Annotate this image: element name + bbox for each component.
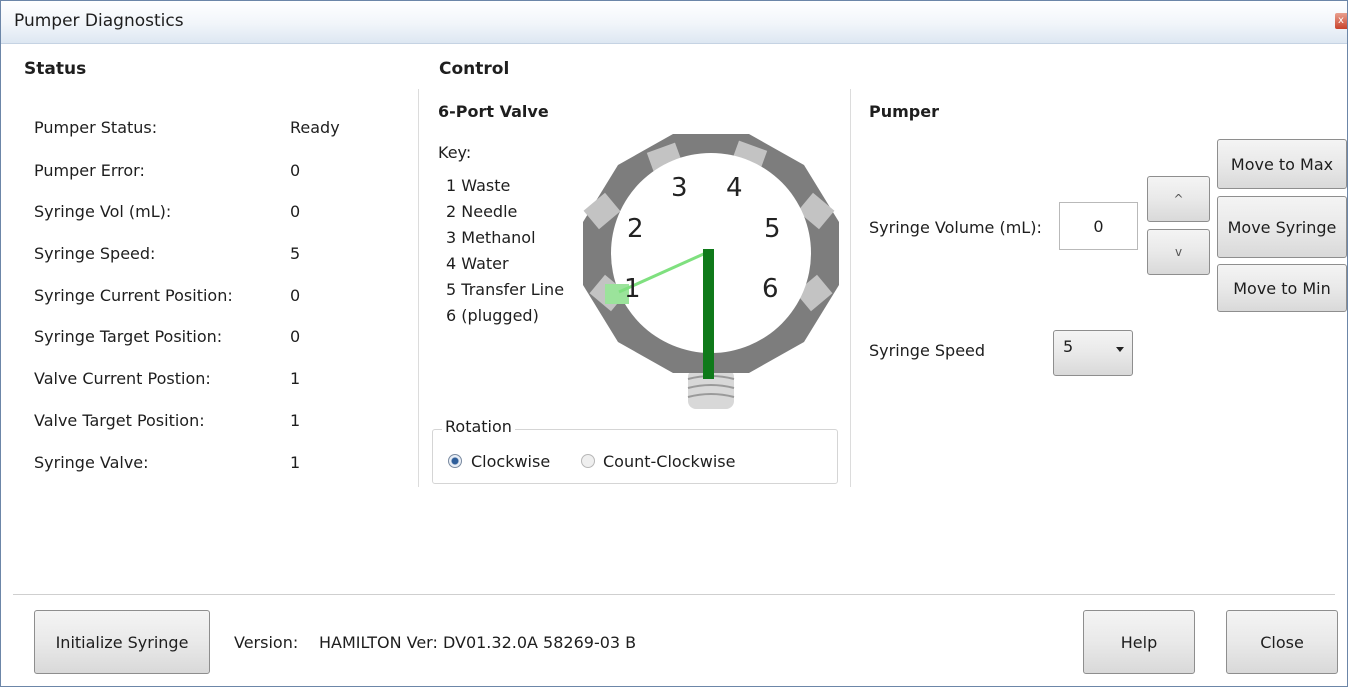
pumper-error-value: 0 (290, 161, 301, 180)
version-label: Version: (234, 633, 299, 652)
key-item-water: 4 Water (446, 254, 509, 273)
valve-target-position-value: 1 (290, 411, 301, 430)
clockwise-radio[interactable] (448, 454, 462, 468)
rotation-heading: Rotation (442, 417, 515, 436)
syringe-speed-dropdown[interactable]: 5 (1053, 330, 1133, 376)
title-bar: Pumper Diagnostics x (1, 1, 1347, 44)
status-heading: Status (24, 59, 87, 79)
help-button[interactable]: Help (1083, 610, 1195, 674)
key-item-plugged: 6 (plugged) (446, 306, 539, 325)
syringe-volume-input[interactable]: 0 (1059, 202, 1138, 250)
key-item-transfer-line: 5 Transfer Line (446, 280, 565, 299)
valve-pumper-divider (850, 89, 851, 487)
syringe-volume-label: Syringe Volume (mL): (869, 218, 1042, 237)
syringe-current-position-label: Syringe Current Position: (34, 286, 233, 305)
valve-current-position-label: Valve Current Postion: (34, 369, 211, 388)
window-title: Pumper Diagnostics (14, 11, 184, 31)
valve-target-position-label: Valve Target Position: (34, 411, 205, 430)
syringe-speed-status-value: 5 (290, 244, 301, 263)
key-item-waste: 1 Waste (446, 176, 511, 195)
syringe-valve-value: 1 (290, 453, 301, 472)
syringe-target-position-value: 0 (290, 327, 301, 346)
port-number-4: 4 (726, 173, 743, 203)
key-item-methanol: 3 Methanol (446, 228, 536, 247)
initialize-syringe-button[interactable]: Initialize Syringe (34, 610, 210, 674)
six-port-valve-heading: 6-Port Valve (438, 102, 549, 121)
six-port-valve-diagram[interactable]: 1 2 3 4 5 6 (574, 129, 846, 414)
valve-key-heading: Key: (438, 143, 472, 162)
pumper-status-label: Pumper Status: (34, 118, 158, 137)
port-number-2: 2 (627, 214, 644, 244)
count-clockwise-radio[interactable] (581, 454, 595, 468)
close-window-icon[interactable]: x (1335, 13, 1347, 29)
valve-current-position-value: 1 (290, 369, 301, 388)
footer-divider (13, 594, 1335, 595)
pumper-diagnostics-window: Pumper Diagnostics x Status Pumper Statu… (0, 0, 1348, 687)
port-number-5: 5 (764, 214, 781, 244)
syringe-target-position-label: Syringe Target Position: (34, 327, 223, 346)
key-item-needle: 2 Needle (446, 202, 518, 221)
syringe-speed-dropdown-value: 5 (1063, 337, 1074, 356)
count-clockwise-label[interactable]: Count-Clockwise (603, 452, 735, 471)
syringe-speed-status-label: Syringe Speed: (34, 244, 156, 263)
status-control-divider (418, 89, 419, 487)
valve-needle-line (703, 249, 714, 379)
syringe-speed-label: Syringe Speed (869, 341, 986, 360)
pumper-status-value: Ready (290, 118, 340, 137)
syringe-valve-label: Syringe Valve: (34, 453, 149, 472)
move-to-max-button[interactable]: Move to Max (1217, 139, 1347, 189)
syringe-current-position-value: 0 (290, 286, 301, 305)
close-button[interactable]: Close (1226, 610, 1338, 674)
move-to-min-button[interactable]: Move to Min (1217, 264, 1347, 312)
volume-down-button[interactable]: v (1147, 229, 1210, 275)
volume-up-button[interactable]: ^ (1147, 176, 1210, 222)
clockwise-label[interactable]: Clockwise (471, 452, 550, 471)
port-number-6: 6 (762, 274, 779, 304)
control-heading: Control (439, 59, 510, 79)
pumper-error-label: Pumper Error: (34, 161, 145, 180)
port-number-3: 3 (671, 173, 688, 203)
syringe-vol-label: Syringe Vol (mL): (34, 202, 172, 221)
version-value: HAMILTON Ver: DV01.32.0A 58269-03 B (319, 633, 637, 652)
port-number-1: 1 (624, 274, 641, 304)
syringe-vol-value: 0 (290, 202, 301, 221)
move-syringe-button[interactable]: Move Syringe (1217, 196, 1347, 258)
pumper-heading: Pumper (869, 102, 939, 121)
chevron-down-icon (1116, 347, 1124, 352)
